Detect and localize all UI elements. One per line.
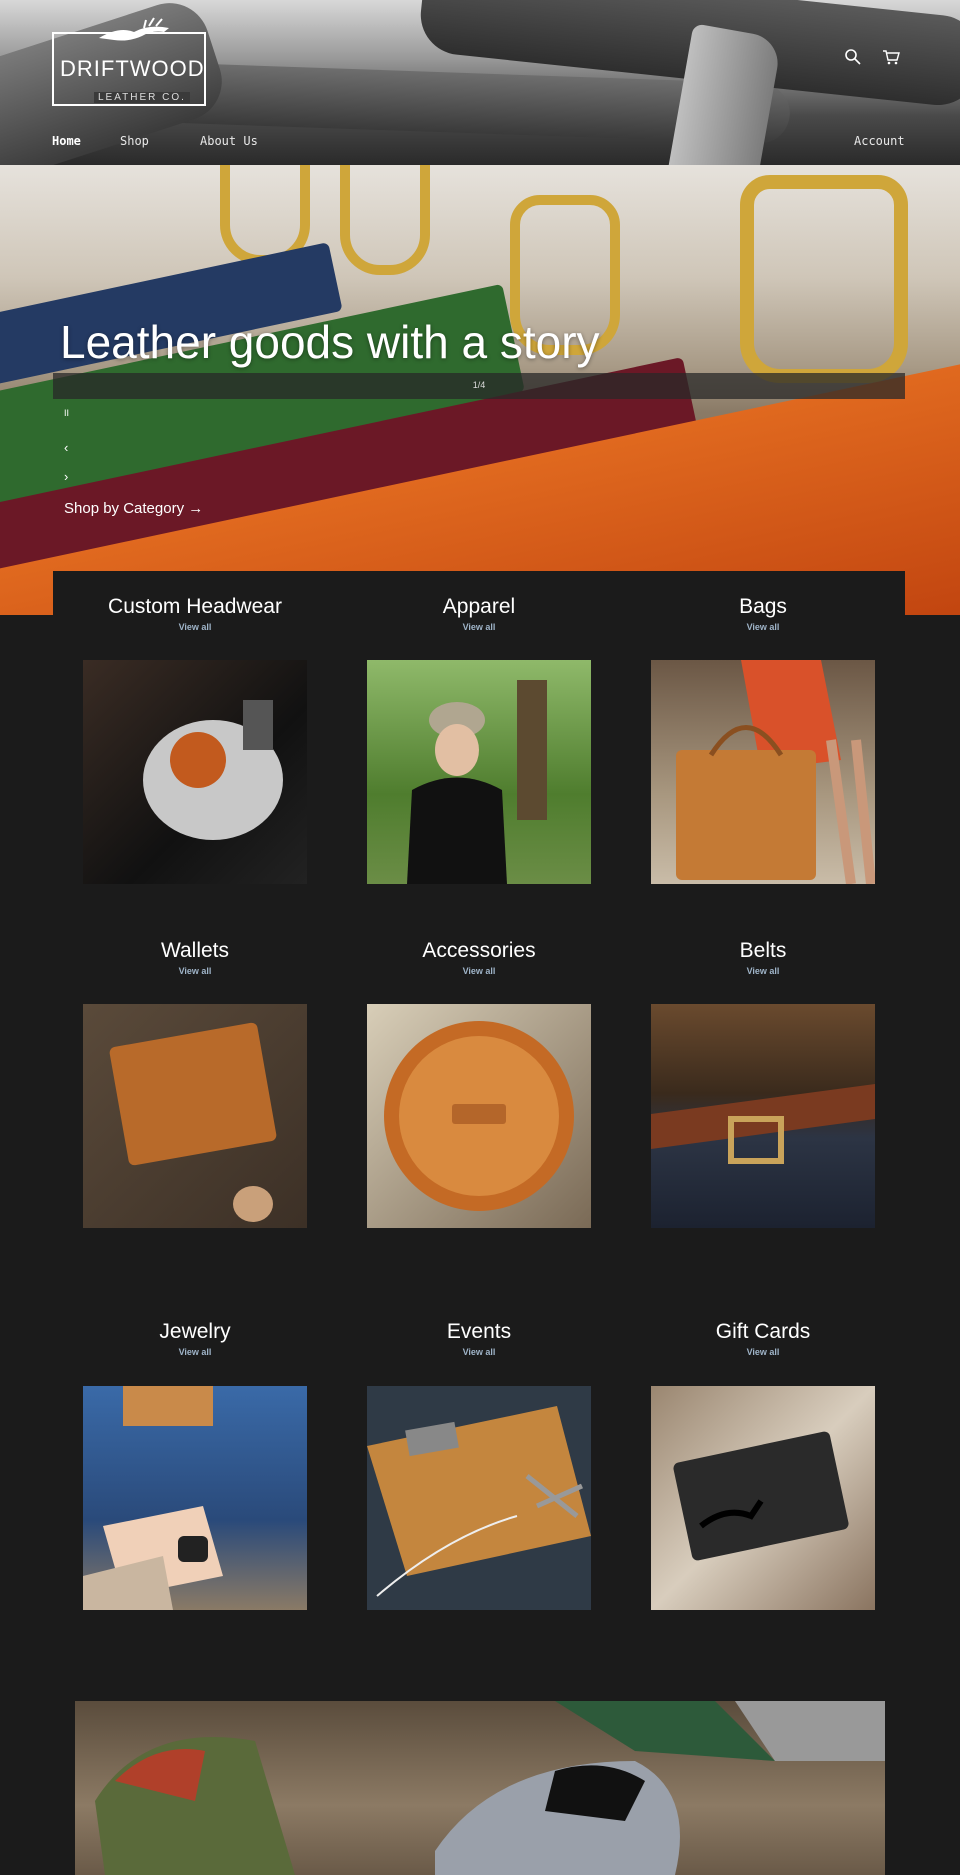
category-title[interactable]: Bags [621,595,905,619]
hats-image [95,1701,885,1875]
nav-shop[interactable]: Shop [120,134,149,148]
view-all-link[interactable]: View all [53,622,337,632]
nav-about-us[interactable]: About Us [200,134,258,148]
featured-banner [75,1701,885,1875]
category-image-accessories[interactable] [367,1004,591,1228]
apparel-image [407,680,547,884]
category-title[interactable]: Custom Headwear [53,595,337,619]
category-title[interactable]: Apparel [337,595,621,619]
category-title[interactable]: Belts [621,939,905,963]
account-link[interactable]: Account [854,134,905,148]
logo-subtext: LEATHER CO. [94,92,190,103]
site-header: DRIFTWOOD LEATHER CO. Home Shop About Us… [0,0,960,165]
category-jewelry: Jewelry View all [53,1320,337,1357]
slideshow-progress-bar: 1/4 [53,373,905,399]
view-all-link[interactable]: View all [337,966,621,976]
cart-icon[interactable] [882,48,900,66]
category-title[interactable]: Jewelry [53,1320,337,1344]
view-all-link[interactable]: View all [337,1347,621,1357]
category-image-events[interactable] [367,1386,591,1610]
category-bags: Bags View all [621,595,905,632]
category-belts: Belts View all [621,939,905,976]
wallet-image [109,1022,277,1222]
category-image-bags[interactable] [651,660,875,884]
view-all-link[interactable]: View all [53,1347,337,1357]
tray-image [384,1021,574,1211]
previous-slide-button[interactable]: ‹ [64,440,68,455]
category-title[interactable]: Events [337,1320,621,1344]
category-image-gift-cards[interactable] [651,1386,875,1610]
belt-image [651,1084,875,1164]
next-slide-button[interactable]: › [64,469,68,484]
view-all-link[interactable]: View all [53,966,337,976]
category-title[interactable]: Accessories [337,939,621,963]
jewelry-image [83,1386,223,1610]
brass-clip [740,175,908,383]
category-apparel: Apparel View all [337,595,621,632]
events-image [367,1406,591,1597]
category-image-apparel[interactable] [367,660,591,884]
category-title[interactable]: Gift Cards [621,1320,905,1344]
gift-card-image [673,1431,849,1561]
category-image-wallets[interactable] [83,1004,307,1228]
category-image-custom-headwear[interactable] [83,660,307,884]
site-logo[interactable]: DRIFTWOOD LEATHER CO. [52,17,206,106]
hero-title: Leather goods with a story [60,316,600,368]
deer-icon [99,17,169,41]
search-icon[interactable] [844,48,862,66]
brass-clip [340,165,430,275]
view-all-link[interactable]: View all [621,622,905,632]
category-image-jewelry[interactable] [83,1386,307,1610]
pause-button[interactable]: II [64,408,69,418]
category-image-belts[interactable] [651,1004,875,1228]
category-wallets: Wallets View all [53,939,337,976]
view-all-link[interactable]: View all [621,966,905,976]
category-accessories: Accessories View all [337,939,621,976]
view-all-link[interactable]: View all [621,1347,905,1357]
slide-counter: 1/4 [472,380,486,390]
category-gift-cards: Gift Cards View all [621,1320,905,1357]
logo-text: DRIFTWOOD [60,56,205,81]
shop-by-category-link[interactable]: Shop by Category → [64,500,203,517]
bag-image [676,660,875,884]
hat-image [143,700,283,840]
category-custom-headwear: Custom Headwear View all [53,595,337,632]
category-title[interactable]: Wallets [53,939,337,963]
nav-home[interactable]: Home [52,134,81,148]
view-all-link[interactable]: View all [337,622,621,632]
category-events: Events View all [337,1320,621,1357]
hero-slideshow: Leather goods with a story 1/4 II ‹ › Sh… [0,165,960,615]
